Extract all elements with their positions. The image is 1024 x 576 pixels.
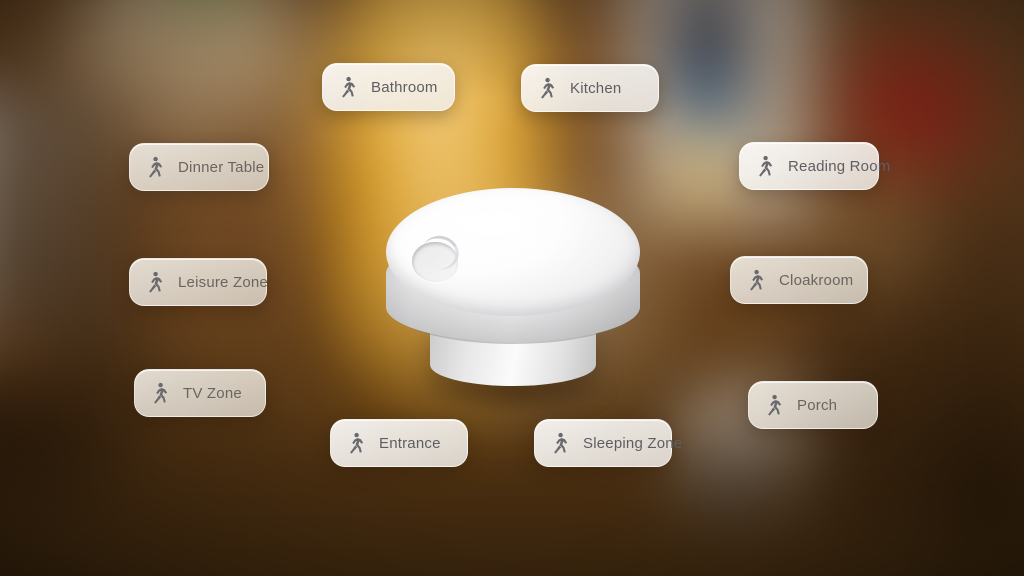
zone-pill-label: TV Zone [183, 384, 242, 402]
walking-person-icon [756, 155, 774, 177]
motion-sensor-device[interactable] [322, 146, 704, 446]
scene-root: Bathroom Kitchen Dinner Table Reading Room L… [0, 0, 1024, 576]
zone-pill-label: Reading Room [788, 157, 891, 175]
zone-pill-dinner-table[interactable]: Dinner Table [129, 143, 269, 191]
walking-person-icon [146, 156, 164, 178]
zone-pill-label: Porch [797, 396, 838, 414]
walking-person-icon [146, 271, 164, 293]
bg-shape-frame-yellow [668, 116, 734, 236]
zone-pill-label: Leisure Zone [178, 273, 268, 291]
zone-pill-porch[interactable]: Porch [748, 381, 878, 429]
zone-pill-bathroom[interactable]: Bathroom [322, 63, 455, 111]
walking-person-icon [747, 269, 765, 291]
walking-person-icon [551, 432, 569, 454]
zone-pill-label: Dinner Table [178, 158, 265, 176]
zone-pill-entrance[interactable]: Entrance [330, 419, 468, 467]
walking-person-icon [347, 432, 365, 454]
zone-pill-leisure-zone[interactable]: Leisure Zone [129, 258, 268, 306]
walking-person-icon [151, 382, 169, 404]
walking-person-icon [765, 394, 783, 416]
zone-pill-label: Bathroom [371, 78, 438, 96]
zone-pill-sleeping-zone[interactable]: Sleeping Zone [534, 419, 682, 467]
zone-pill-label: Cloakroom [779, 271, 854, 289]
zone-pill-label: Entrance [379, 434, 441, 452]
zone-pill-tv-zone[interactable]: TV Zone [134, 369, 266, 417]
bg-shape-post-left [278, 30, 322, 260]
zone-pill-label: Kitchen [570, 79, 622, 97]
walking-person-icon [538, 77, 556, 99]
zone-pill-reading-room[interactable]: Reading Room [739, 142, 890, 190]
walking-person-icon [339, 76, 357, 98]
zone-pill-cloakroom[interactable]: Cloakroom [730, 256, 868, 304]
zone-pill-label: Sleeping Zone [583, 434, 683, 452]
zone-pill-kitchen[interactable]: Kitchen [521, 64, 659, 112]
